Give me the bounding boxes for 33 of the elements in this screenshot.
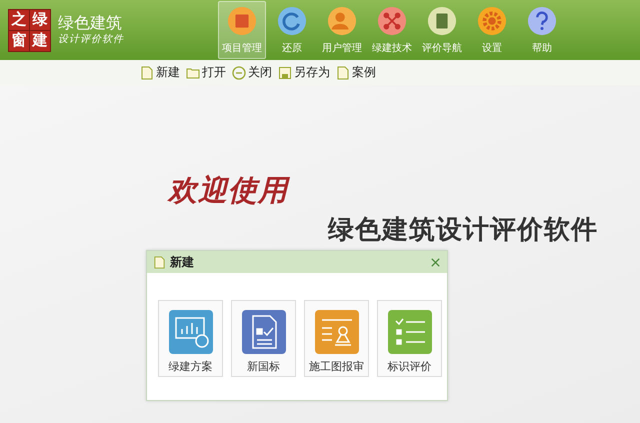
- chart-monitor-icon: [168, 310, 212, 354]
- toolbar-button[interactable]: 另存为: [278, 64, 330, 81]
- logo-character: 建: [30, 30, 50, 50]
- close-icon[interactable]: [430, 256, 441, 268]
- settings-icon: [477, 6, 507, 36]
- option-card[interactable]: 标识评价: [377, 300, 442, 377]
- network-icon: [377, 6, 407, 36]
- user-icon: [327, 6, 357, 36]
- app-title: 绿色建筑: [58, 13, 123, 33]
- logo-character: 之: [9, 10, 29, 30]
- logo-character: 窗: [9, 30, 29, 50]
- toolbar-button[interactable]: 打开: [186, 64, 226, 81]
- new-file-icon: [153, 256, 166, 268]
- option-card[interactable]: 施工图报审: [304, 300, 369, 377]
- welcome-heading: 欢迎使用: [168, 173, 291, 207]
- stamp-icon: [314, 310, 358, 354]
- toolbar-button[interactable]: 关闭: [232, 64, 272, 81]
- checked-document-icon: [242, 310, 286, 354]
- new-file-icon: [140, 66, 154, 80]
- logo-character: 绿: [30, 10, 50, 30]
- toolbar-button[interactable]: 新建: [140, 64, 180, 81]
- minus-circle-icon: [232, 66, 246, 80]
- save-icon: [278, 66, 292, 80]
- option-card[interactable]: 新国标: [231, 300, 296, 377]
- checklist-icon: [388, 310, 432, 354]
- dialog-title: 新建: [170, 254, 195, 270]
- document-icon: [336, 66, 350, 80]
- option-card[interactable]: 绿建方案: [158, 300, 223, 377]
- product-heading: 绿色建筑设计评价软件: [328, 214, 599, 246]
- app-subtitle: 设计评价软件: [58, 33, 124, 47]
- help-icon: [527, 6, 557, 36]
- toolbar-button[interactable]: 案例: [336, 64, 376, 81]
- refresh-icon: [277, 6, 307, 36]
